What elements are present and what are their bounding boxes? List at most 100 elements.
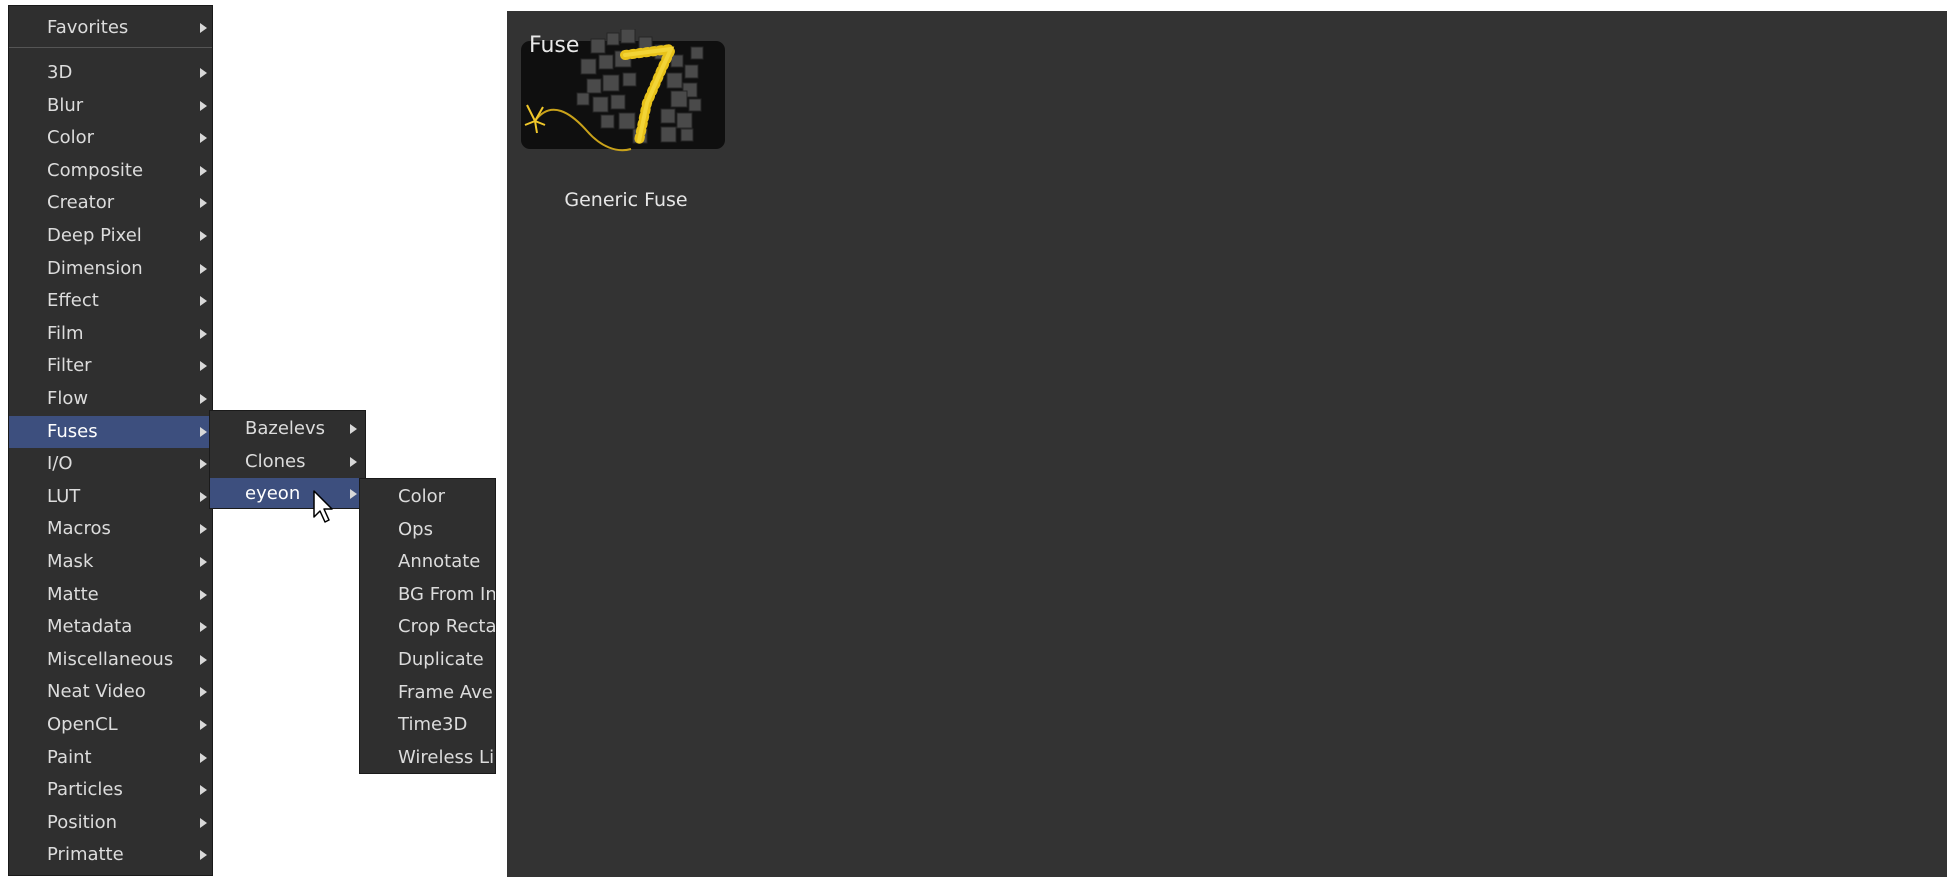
menu-item-label: OpenCL [47, 714, 118, 735]
submenu-arrow-icon [200, 752, 207, 763]
menu-item-deep-pixel[interactable]: Deep Pixel [9, 220, 212, 252]
eyeon-submenu: Color Ops Annotate BG From In Crop Recta Dupl… [359, 478, 496, 774]
menu-item-effect[interactable]: Effect [9, 285, 212, 317]
menu-item-label: Ops [398, 518, 433, 540]
menu-item-miscellaneous[interactable]: Miscellaneous [9, 644, 212, 676]
submenu-arrow-icon [200, 785, 207, 796]
menu-item-label: eyeon [245, 483, 301, 505]
menu-item-lut[interactable]: LUT [9, 481, 212, 513]
menu-item-opencl[interactable]: OpenCL [9, 709, 212, 741]
menu-item-annotate[interactable]: Annotate [360, 546, 495, 578]
submenu-arrow-icon [200, 654, 207, 665]
tool-preview-canvas: Fuse Generic Fuse [507, 11, 1947, 877]
menu-item-label: Annotate [398, 551, 481, 573]
menu-item-clones[interactable]: Clones [210, 446, 365, 478]
menu-item-label: Wireless Li [398, 746, 495, 768]
submenu-arrow-icon [200, 720, 207, 730]
menu-item-label: Film [47, 322, 84, 344]
submenu-arrow-icon [200, 361, 207, 372]
submenu-arrow-icon [200, 133, 207, 144]
menu-item-film[interactable]: Film [9, 318, 212, 350]
menu-item-label: Clones [245, 450, 306, 472]
menu-item-bazelevs[interactable]: Bazelevs [210, 413, 365, 445]
menu-item-eyeon[interactable]: eyeon [210, 478, 365, 508]
menu-item-label: Fuses [47, 420, 98, 442]
submenu-arrow-icon [200, 100, 207, 111]
menu-item-favorites[interactable]: Favorites [9, 12, 212, 44]
submenu-arrow-icon [200, 68, 207, 78]
menu-item-primatte[interactable]: Primatte [9, 839, 212, 871]
submenu-arrow-icon [200, 850, 207, 861]
menu-item-bg-from-in[interactable]: BG From In [360, 579, 495, 611]
menu-item-crop-recta[interactable]: Crop Recta [360, 611, 495, 643]
menu-item-metadata[interactable]: Metadata [9, 611, 212, 643]
submenu-arrow-icon [200, 557, 207, 567]
submenu-arrow-icon [200, 817, 207, 828]
menu-item-label: Color [47, 127, 94, 149]
menu-item-frame-ave[interactable]: Frame Ave [360, 677, 495, 709]
submenu-arrow-icon [200, 328, 207, 339]
menu-item-matte[interactable]: Matte [9, 579, 212, 611]
menu-item-label: Particles [47, 779, 123, 801]
fuse-tool-tile[interactable]: Fuse Generic Fuse [521, 29, 725, 211]
submenu-arrow-icon [200, 231, 207, 241]
menu-item-time3d[interactable]: Time3D [360, 709, 495, 741]
menu-item-flow[interactable]: Flow [9, 383, 212, 415]
menu-item-particles[interactable]: Particles [9, 774, 212, 806]
menu-item-label: Composite [47, 159, 144, 181]
menu-item-wireless-li[interactable]: Wireless Li [360, 742, 495, 773]
menu-item-label: Duplicate [398, 649, 484, 670]
mouse-cursor-icon [313, 490, 333, 523]
menu-item-label: Neat Video [47, 681, 146, 703]
menu-item-color[interactable]: Color [9, 122, 212, 154]
menu-item-creator[interactable]: Creator [9, 187, 212, 219]
menu-item-label: Paint [47, 746, 92, 768]
menu-item-label: 3D [47, 62, 73, 83]
menu-item-label: Dimension [47, 257, 143, 279]
tool-name-caption: Generic Fuse [564, 189, 688, 211]
menu-item-label: Time3D [398, 714, 468, 736]
menu-item-filter[interactable]: Filter [9, 350, 212, 382]
menu-item-label: Primatte [47, 844, 124, 866]
menu-item-neat-video[interactable]: Neat Video [9, 676, 212, 708]
submenu-arrow-icon [350, 489, 357, 500]
submenu-arrow-icon [200, 198, 207, 209]
menu-item-blur[interactable]: Blur [9, 90, 212, 122]
submenu-arrow-icon [200, 263, 207, 274]
menu-item-label: Position [47, 811, 118, 833]
main-context-menu: Favorites 3D Blur Color Composite Creator Dee… [8, 5, 213, 876]
submenu-arrow-icon [350, 424, 357, 434]
menu-item-position[interactable]: Position [9, 807, 212, 839]
menu-item-color[interactable]: Color [360, 481, 495, 513]
menu-item-macros[interactable]: Macros [9, 513, 212, 545]
fuses-submenu: Bazelevs Clones eyeon [209, 410, 366, 509]
menu-item-3d[interactable]: 3D [9, 57, 212, 89]
menu-item-label: I/O [47, 453, 73, 475]
menu-item-fuses[interactable]: Fuses [9, 415, 212, 448]
submenu-arrow-icon [200, 524, 207, 535]
submenu-arrow-icon [200, 622, 207, 633]
menu-item-label: Frame Ave [398, 681, 493, 703]
menu-item-duplicate[interactable]: Duplicate [360, 644, 495, 676]
menu-item-label: Effect [47, 290, 99, 312]
submenu-arrow-icon [200, 459, 207, 470]
menu-item-i-o[interactable]: I/O [9, 448, 212, 480]
menu-item-dimension[interactable]: Dimension [9, 253, 212, 285]
submenu-arrow-icon [200, 23, 207, 33]
submenu-arrow-icon [200, 426, 207, 437]
menu-item-label: LUT [47, 485, 81, 507]
menu-item-label: Matte [47, 583, 99, 605]
menu-item-ops[interactable]: Ops [360, 514, 495, 546]
menu-item-label: Macros [47, 518, 111, 540]
submenu-arrow-icon [350, 456, 357, 467]
tile-badge: Fuse [529, 33, 580, 58]
menu-item-composite[interactable]: Composite [9, 155, 212, 187]
menu-item-label: Blur [47, 94, 84, 116]
submenu-arrow-icon [200, 394, 207, 404]
submenu-arrow-icon [200, 687, 207, 698]
menu-item-label: Crop Recta [398, 616, 496, 638]
submenu-arrow-icon [200, 296, 207, 307]
menu-item-mask[interactable]: Mask [9, 546, 212, 578]
menu-item-label: Creator [47, 192, 115, 214]
menu-item-paint[interactable]: Paint [9, 742, 212, 774]
